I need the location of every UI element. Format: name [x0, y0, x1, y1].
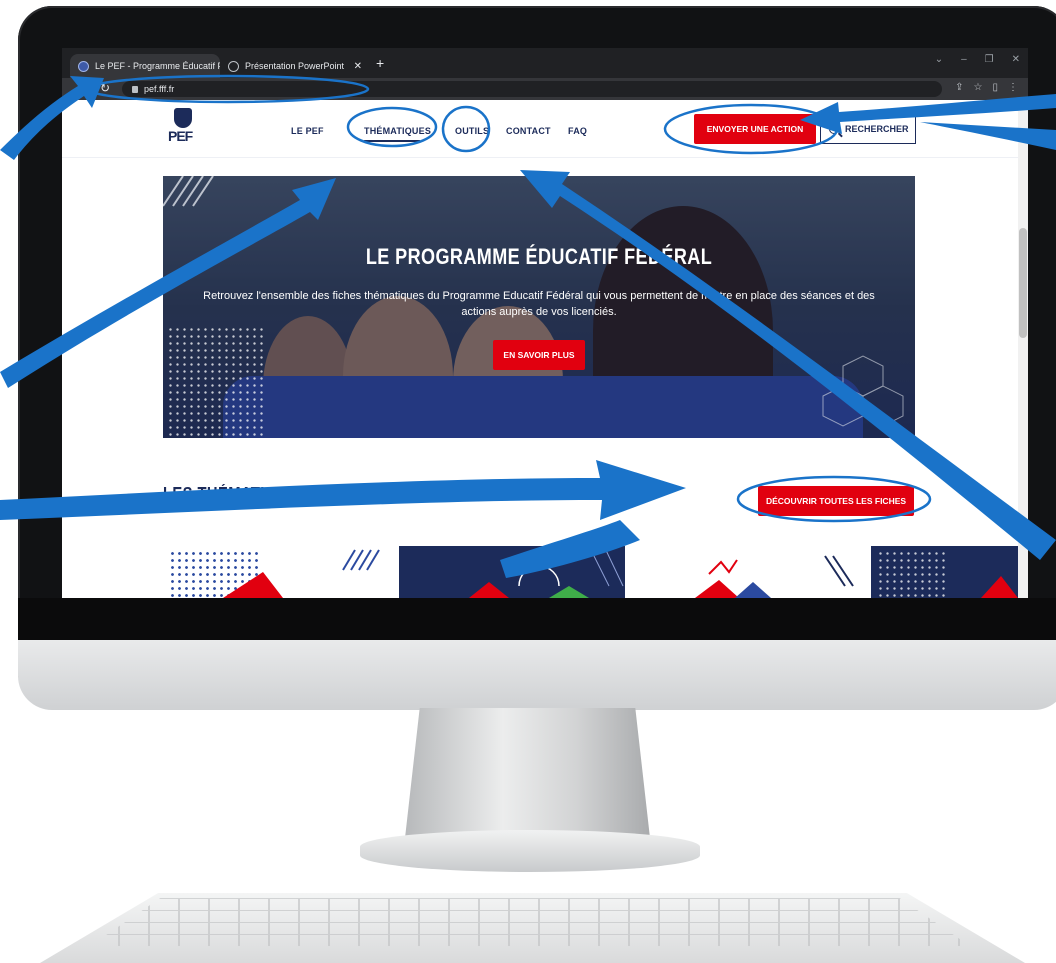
browser-toolbar: ← ↻ pef.fff.fr ⇪ ☆ ▯ ⋮	[62, 78, 1028, 100]
monitor-stand	[405, 708, 650, 838]
card-illustration	[695, 555, 854, 598]
monitor-stand-base	[360, 830, 700, 872]
back-icon[interactable]: ←	[72, 81, 84, 95]
nav-le-pef[interactable]: LE PEF	[291, 126, 324, 136]
site-header: PEF LE PEF THÉMATIQUES OUTILS CONTACT FA…	[62, 100, 1018, 158]
page-scrollbar[interactable]	[1018, 100, 1028, 598]
browser-tabbar: Le PEF - Programme Éducatif Féd ✕ Présen…	[62, 48, 1028, 78]
maximize-icon[interactable]: ❐	[985, 54, 994, 65]
scrollbar-thumb[interactable]	[1019, 228, 1027, 338]
pef-logo[interactable]: PEF	[162, 108, 204, 150]
nav-faq[interactable]: FAQ	[568, 126, 587, 136]
screen: Le PEF - Programme Éducatif Féd ✕ Présen…	[62, 48, 1028, 598]
card-illustration	[981, 576, 1018, 598]
section-title: LES THÉMATIQUES DU PEF	[163, 484, 370, 504]
hero-subtitle: Retrouvez l'ensemble des fiches thématiq…	[203, 290, 875, 318]
search-label: RECHERCHER	[845, 124, 909, 134]
reload-icon[interactable]: ↻	[100, 81, 110, 95]
sidepanel-icon[interactable]: ▯	[992, 82, 998, 93]
browser-tab-inactive[interactable]: Présentation PowerPoint ✕	[220, 54, 370, 78]
keyboard-keys	[90, 898, 970, 946]
fff-favicon-icon	[78, 60, 89, 72]
url-text: pef.fff.fr	[144, 84, 175, 94]
tab-title: Le PEF - Programme Éducatif Féd	[95, 61, 220, 71]
menu-icon[interactable]: ⋮	[1008, 82, 1018, 93]
monitor-chin	[18, 640, 1056, 710]
nav-thematiques[interactable]: THÉMATIQUES	[364, 126, 431, 136]
hero-title: LE PROGRAMME ÉDUCATIF FÉDÉRAL	[365, 244, 713, 269]
nav-contact[interactable]: CONTACT	[506, 126, 551, 136]
nav-outils[interactable]: OUTILS	[455, 126, 489, 136]
send-action-button[interactable]: ENVOYER UNE ACTION	[694, 114, 816, 144]
logo-text: PEF	[168, 128, 193, 144]
tab-title: Présentation PowerPoint	[245, 61, 345, 71]
new-tab-icon[interactable]: +	[376, 55, 384, 71]
hero-banner: LE PROGRAMME ÉDUCATIF FÉDÉRAL Retrouvez …	[163, 176, 915, 438]
globe-icon	[228, 60, 239, 72]
fff-shield-icon	[174, 108, 192, 128]
theme-card[interactable]	[635, 546, 861, 598]
share-icon[interactable]: ⇪	[955, 82, 963, 93]
monitor-lower-bezel	[18, 598, 1056, 643]
theme-card[interactable]	[163, 546, 389, 598]
discover-all-button[interactable]: DÉCOUVRIR TOUTES LES FICHES	[758, 486, 914, 516]
theme-card[interactable]	[871, 546, 1018, 598]
nav-active-underline	[364, 140, 420, 142]
close-icon[interactable]: ✕	[354, 61, 362, 72]
card-illustration	[469, 546, 624, 598]
card-illustration	[223, 549, 380, 598]
search-icon	[829, 124, 839, 134]
search-button[interactable]: RECHERCHER	[820, 114, 916, 144]
theme-card[interactable]	[399, 546, 625, 598]
browser-tab-active[interactable]: Le PEF - Programme Éducatif Féd ✕	[70, 54, 220, 78]
learn-more-button[interactable]: EN SAVOIR PLUS	[493, 340, 585, 370]
lock-icon	[132, 85, 138, 93]
browser-actions: ⇪ ☆ ▯ ⋮	[955, 82, 1018, 93]
bookmark-star-icon[interactable]: ☆	[974, 82, 983, 93]
tab-search-icon[interactable]: ⌄	[935, 54, 943, 65]
window-close-icon[interactable]: ✕	[1012, 54, 1020, 65]
address-bar[interactable]: pef.fff.fr	[122, 81, 942, 97]
window-controls: ⌄ – ❐ ✕	[935, 54, 1020, 65]
minimize-icon[interactable]: –	[961, 54, 967, 65]
